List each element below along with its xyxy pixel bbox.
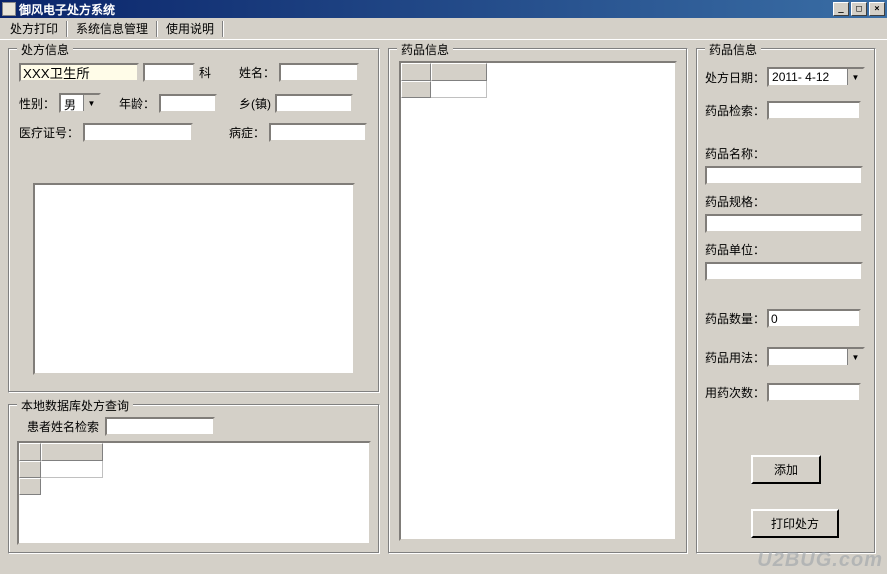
grid-row-selector[interactable] [19, 461, 41, 478]
grid-header-cell[interactable] [401, 63, 431, 81]
med-id-field[interactable] [83, 123, 193, 142]
close-button[interactable]: × [869, 2, 885, 16]
menu-print[interactable]: 处方打印 [4, 18, 64, 39]
gender-value: 男 [61, 95, 83, 111]
age-label: 年龄： [119, 95, 155, 112]
town-field[interactable] [275, 94, 353, 113]
drug-usage-value [769, 349, 847, 365]
print-button[interactable]: 打印处方 [751, 509, 839, 538]
chevron-down-icon: ▼ [847, 349, 863, 365]
drug-freq-field[interactable] [767, 383, 861, 402]
chevron-down-icon: ▼ [83, 95, 99, 111]
date-label: 处方日期： [705, 69, 765, 86]
menu-help[interactable]: 使用说明 [160, 18, 220, 39]
minimize-button[interactable]: _ [833, 2, 849, 16]
group-title-drug-list: 药品信息 [397, 41, 453, 58]
symptom-label: 病症： [229, 124, 265, 141]
grid-cell[interactable] [41, 461, 103, 478]
group-title-local-query: 本地数据库处方查询 [17, 397, 133, 414]
group-drug-list: 药品信息 [388, 48, 688, 554]
group-title-drug-detail: 药品信息 [705, 41, 761, 58]
name-field[interactable] [279, 63, 359, 82]
drug-qty-field[interactable] [767, 309, 861, 328]
gender-select[interactable]: 男 ▼ [59, 93, 101, 113]
group-rx-info: 处方信息 科 姓名： 性别： 男 ▼ 年龄： 乡(镇) 医疗证号： [8, 48, 380, 393]
age-field[interactable] [159, 94, 217, 113]
maximize-button[interactable]: □ [851, 2, 867, 16]
date-value: 2011- 4-12 [769, 69, 847, 85]
menu-separator [222, 21, 224, 37]
med-id-label: 医疗证号： [19, 124, 79, 141]
drug-name-label: 药品名称： [705, 145, 863, 162]
rx-text-area[interactable] [33, 183, 355, 375]
dept-field[interactable] [143, 63, 195, 82]
grid-cell[interactable] [431, 81, 487, 98]
drug-grid[interactable] [399, 61, 677, 541]
menu-separator [66, 21, 68, 37]
clinic-field[interactable] [19, 63, 139, 82]
name-label: 姓名： [239, 64, 275, 81]
grid-header-cell[interactable] [19, 443, 41, 461]
drug-search-label: 药品检索： [705, 102, 765, 119]
menu-system-info[interactable]: 系统信息管理 [70, 18, 154, 39]
drug-search-field[interactable] [767, 101, 861, 120]
drug-usage-label: 药品用法： [705, 349, 765, 366]
titlebar: 御风电子处方系统 _ □ × [0, 0, 887, 18]
drug-name-field[interactable] [705, 166, 863, 185]
patient-search-label: 患者姓名检索 [27, 418, 99, 435]
group-title-rx-info: 处方信息 [17, 41, 73, 58]
patient-search-field[interactable] [105, 417, 215, 436]
grid-row-selector[interactable] [19, 478, 41, 495]
watermark: U2BUG.com [757, 549, 883, 572]
date-picker[interactable]: 2011- 4-12 ▼ [767, 67, 865, 87]
drug-qty-label: 药品数量： [705, 310, 765, 327]
grid-row-selector[interactable] [401, 81, 431, 98]
menubar: 处方打印 系统信息管理 使用说明 [0, 18, 887, 40]
drug-usage-select[interactable]: ▼ [767, 347, 865, 367]
app-icon [2, 2, 16, 16]
drug-unit-field[interactable] [705, 262, 863, 281]
drug-spec-field[interactable] [705, 214, 863, 233]
chevron-down-icon: ▼ [847, 69, 863, 85]
symptom-field[interactable] [269, 123, 367, 142]
drug-unit-label: 药品单位： [705, 241, 863, 258]
grid-header-cell[interactable] [41, 443, 103, 461]
local-query-grid[interactable] [17, 441, 371, 545]
drug-freq-label: 用药次数： [705, 384, 765, 401]
group-drug-detail: 药品信息 处方日期： 2011- 4-12 ▼ 药品检索： 药品名称： 药品规格… [696, 48, 876, 554]
add-button[interactable]: 添加 [751, 455, 821, 484]
menu-separator [156, 21, 158, 37]
dept-label: 科 [199, 64, 211, 81]
town-label: 乡(镇) [239, 95, 271, 112]
window-title: 御风电子处方系统 [19, 1, 833, 18]
grid-header-cell[interactable] [431, 63, 487, 81]
group-local-query: 本地数据库处方查询 患者姓名检索 [8, 404, 380, 554]
drug-spec-label: 药品规格： [705, 193, 863, 210]
gender-label: 性别： [19, 95, 55, 112]
